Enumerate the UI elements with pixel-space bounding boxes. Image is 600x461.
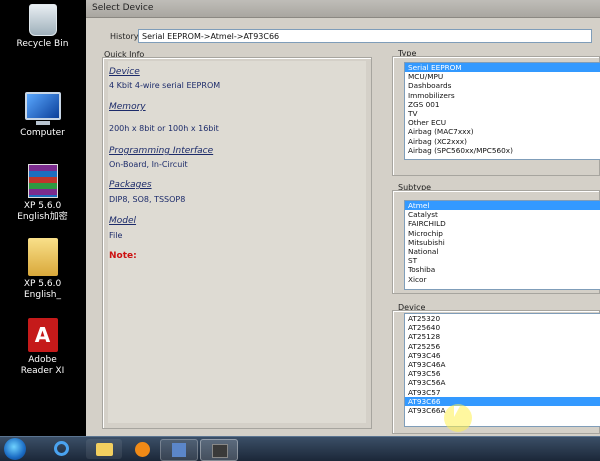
device-list-item[interactable]: AT93C56 — [405, 369, 600, 378]
desktop-icon-adobe-reader[interactable]: A Adobe Reader XI — [0, 318, 85, 377]
subtype-list-item[interactable]: Atmel — [405, 201, 600, 211]
window-title: Select Device — [92, 3, 154, 13]
window-titlebar[interactable]: Select Device — [86, 0, 600, 18]
chip-app-icon — [212, 444, 228, 458]
device-list-item[interactable]: AT25320 — [405, 314, 600, 323]
device-heading: Device — [109, 67, 140, 77]
type-list-item[interactable]: Airbag (XC2xxx) — [405, 137, 600, 146]
subtype-list-item[interactable]: FAIRCHILD — [405, 219, 600, 228]
memory-heading: Memory — [109, 102, 146, 112]
model-heading: Model — [109, 216, 137, 226]
desktop-icon-label: XP 5.6.0 English_ — [23, 279, 62, 300]
winrar-archive-icon — [27, 164, 58, 198]
type-list-item[interactable]: ZGS 001 — [405, 100, 600, 109]
quick-info-panel — [108, 61, 366, 423]
memory-value: 200h x 8bit or 100h x 16bit — [109, 124, 219, 133]
note-label: Note: — [109, 251, 137, 261]
programming-interface-heading: Programming Interface — [109, 146, 214, 156]
device-list-item[interactable]: AT93C46 — [405, 351, 600, 360]
desktop-icon-xp-encrypted[interactable]: XP 5.6.0 English加密 — [0, 164, 85, 223]
folder-icon — [96, 443, 113, 456]
history-label: History: — [110, 32, 141, 41]
desktop-icon-label: Computer — [20, 128, 65, 138]
device-list-item[interactable]: AT93C66 — [405, 396, 600, 406]
device-list-item[interactable]: AT93C57 — [405, 388, 600, 397]
packages-value: DIP8, SO8, TSSOP8 — [109, 195, 186, 204]
type-list-item[interactable]: Immobilizers — [405, 91, 600, 100]
subtype-list-item[interactable]: ST — [405, 256, 600, 265]
taskbar-device-app[interactable] — [160, 439, 198, 461]
internet-explorer-icon — [54, 441, 69, 456]
subtype-list-item[interactable]: National — [405, 247, 600, 256]
device-list-item[interactable]: AT25640 — [405, 323, 600, 332]
subtype-list-item[interactable]: Toshiba — [405, 265, 600, 274]
type-list-item[interactable]: Other ECU — [405, 118, 600, 127]
type-list-item[interactable]: Dashboards — [405, 81, 600, 90]
device-list-item[interactable]: AT93C46A — [405, 360, 600, 369]
subtype-list-item[interactable]: Xicor — [405, 275, 600, 284]
device-list-item[interactable]: AT25128 — [405, 332, 600, 341]
desktop-icon-recycle-bin[interactable]: Recycle Bin — [0, 4, 85, 50]
subtype-list-item[interactable]: Mitsubishi — [405, 238, 600, 247]
desktop-icon-label: Adobe Reader XI — [20, 355, 65, 376]
type-listbox[interactable]: Serial EEPROM MCU/MPU Dashboards Immobilize… — [404, 62, 600, 160]
recycle-bin-icon — [28, 4, 57, 36]
type-list-item[interactable]: Serial EEPROM — [405, 63, 600, 73]
subtype-list-item[interactable]: Microchip — [405, 229, 600, 238]
device-list-item[interactable]: AT25256 — [405, 342, 600, 351]
device-listbox[interactable]: AT25320 AT25640 AT25128 AT25256 AT93C46 AT93C… — [404, 313, 600, 427]
device-app-icon — [172, 443, 186, 457]
mouse-cursor-highlight — [444, 404, 472, 432]
taskbar-chip-app[interactable] — [200, 439, 238, 461]
start-orb-icon[interactable] — [4, 438, 26, 460]
model-value: File — [109, 231, 123, 240]
type-list-item[interactable]: MCU/MPU — [405, 72, 600, 81]
taskbar — [0, 436, 600, 461]
packages-heading: Packages — [109, 180, 152, 190]
device-list-item[interactable]: AT93C66A — [405, 406, 600, 415]
desktop: Recycle Bin Computer XP 5.6.0 English加密 … — [0, 0, 85, 436]
type-list-item[interactable]: TV — [405, 109, 600, 118]
device-list-item[interactable]: AT93C56A — [405, 378, 600, 387]
subtype-list-item[interactable]: Catalyst — [405, 210, 600, 219]
subtype-listbox[interactable]: Atmel Catalyst FAIRCHILD Microchip Mitsubish… — [404, 200, 600, 290]
computer-icon — [24, 92, 61, 125]
folder-icon — [27, 238, 58, 276]
type-list-item[interactable]: Airbag (SPC560xx/MPC560x) — [405, 146, 600, 155]
desktop-icon-label: XP 5.6.0 English加密 — [17, 201, 68, 222]
taskbar-media-player[interactable] — [124, 439, 160, 459]
desktop-icon-label: Recycle Bin — [16, 39, 69, 49]
taskbar-explorer[interactable] — [86, 439, 122, 459]
device-description: 4 Kbit 4-wire serial EEPROM — [109, 81, 221, 90]
desktop-icon-computer[interactable]: Computer — [0, 92, 85, 139]
select-device-window: Select Device History: Serial EEPROM->At… — [86, 0, 600, 436]
type-list-item[interactable]: Airbag (MAC7xxx) — [405, 127, 600, 136]
programming-interface-value: On-Board, In-Circuit — [109, 160, 188, 169]
taskbar-internet-explorer[interactable] — [44, 439, 80, 459]
desktop-icon-xp-folder[interactable]: XP 5.6.0 English_ — [0, 238, 85, 301]
history-combobox[interactable]: Serial EEPROM->Atmel->AT93C66 — [138, 29, 592, 43]
adobe-reader-icon: A — [27, 318, 58, 352]
media-player-icon — [135, 442, 150, 457]
